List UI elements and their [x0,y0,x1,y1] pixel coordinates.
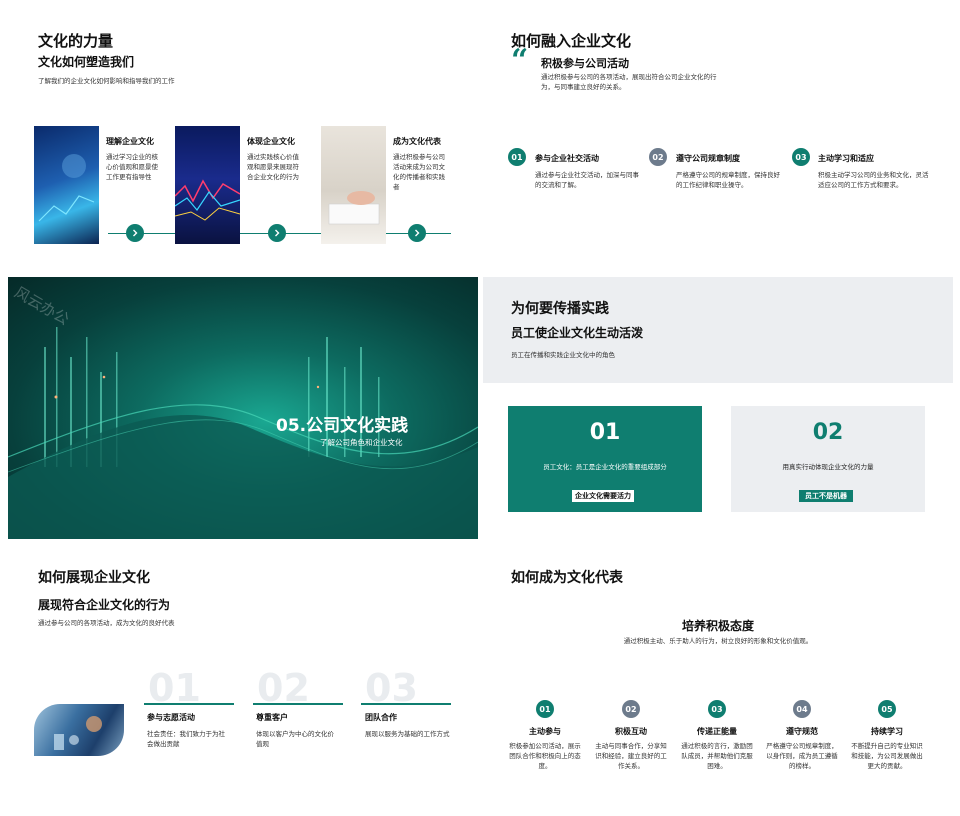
step-number-badge: 01 [508,148,526,166]
step-title: 主动学习和适应 [818,154,874,163]
quote-text: 通过积极参与公司的各项活动，展现出符合公司企业文化的行为，与同事建立良好的关系。 [541,73,717,91]
step-number-badge: 01 [536,700,554,718]
quote-mark-icon: “ [511,43,529,78]
step-text: 积极主动学习公司的业务和文化，灵活适应公司的工作方式和要求。 [818,171,929,189]
step-number-badge: 02 [622,700,640,718]
step-number-badge: 03 [792,148,810,166]
item-text: 展现以服务为基础的工作方式 [365,730,450,738]
image-colorful-chart [175,126,240,244]
item-divider [361,703,451,705]
slide-culture-representative[interactable]: 如何成为文化代表 培养积极态度 通过积极主动、乐于助人的行为，树立良好的形象和文… [483,546,953,808]
step-text: 通过参与企业社交活动，加深与同事的交流和了解。 [535,171,639,189]
item-text: 通过积极参与公司活动来成为公司文化的传播者和实践者 [393,153,445,191]
slide-subtitle: 员工使企业文化生动活泼 [511,326,644,340]
step-text: 严格遵守公司规章制度，以身作则，成为员工遵循的榜样。 [766,742,838,770]
chevron-right-icon[interactable] [268,224,286,242]
slide-description: 通过积极主动、乐于助人的行为，树立良好的形象和文化价值观。 [623,637,813,645]
chevron-right-icon[interactable] [408,224,426,242]
item-text: 体现以客户为中心的文化价值观 [256,730,334,748]
slide-title: 如何融入企业文化 [511,32,632,50]
slide-culture-power[interactable]: 文化的力量 文化如何塑造我们 了解我们的企业文化如何影响和指导我们的工作 理解企… [8,8,478,270]
item-title: 参与志愿活动 [147,713,195,722]
step-title: 主动参与 [529,727,561,736]
slide-show-culture[interactable]: 如何展现企业文化 展现符合企业文化的行为 通过参与公司的各项活动，成为文化的良好… [8,546,478,808]
step-title: 遵守规范 [786,727,818,736]
item-title: 理解企业文化 [106,137,154,146]
card-tag: 员工不是机器 [799,490,853,502]
slide-title: 如何展现企业文化 [38,570,150,586]
item-text: 通过学习企业的核心价值观和愿景使工作更有指导性 [106,153,158,181]
item-title: 团队合作 [365,713,397,722]
step-number-badge: 04 [793,700,811,718]
step-text: 主动与同事合作，分享知识和经验，建立良好的工作关系。 [595,742,667,770]
slide-integrate-culture[interactable]: 如何融入企业文化 “ 积极参与公司活动 通过积极参与公司的各项活动，展现出符合公… [483,8,953,270]
image-laptop-data [34,126,99,244]
step-number-badge: 02 [649,148,667,166]
slide-title: 如何成为文化代表 [511,570,623,586]
card-number: 02 [812,420,844,445]
item-divider [144,703,234,705]
step-title: 积极互动 [615,727,647,736]
card-01: 01 员工文化：员工是企业文化的重要组成部分 企业文化需要活力 [508,406,702,512]
step-number-badge: 03 [708,700,726,718]
slide-why-spread[interactable]: 为何要传播实践 员工使企业文化生动活泼 员工在传播和实践企业文化中的角色 01 … [483,277,953,539]
item-title: 成为文化代表 [393,137,441,146]
step-number-badge: 05 [878,700,896,718]
item-divider [253,703,343,705]
card-02: 02 用真实行动体现企业文化的力量 员工不是机器 [731,406,925,512]
card-tag: 企业文化需要活力 [572,490,634,502]
slide-description: 了解我们的企业文化如何影响和指导我们的工作 [38,77,175,85]
slide-description: 通过参与公司的各项活动，成为文化的良好代表 [38,619,175,627]
step-title: 传递正能量 [697,727,737,736]
item-title: 尊重客户 [256,713,288,722]
step-title: 参与企业社交活动 [535,154,599,163]
image-hands-typing [321,126,386,244]
slide-title: 文化的力量 [38,32,114,50]
slide-subtitle: 展现符合企业文化的行为 [38,598,171,612]
slide-subtitle: 文化如何塑造我们 [38,55,135,69]
step-text: 严格遵守公司的规章制度，保持良好的工作纪律和职业操守。 [676,171,780,189]
step-title: 遵守公司规章制度 [676,154,740,163]
slide-title: 为何要传播实践 [511,301,609,317]
image-lab-volunteer [34,704,124,756]
item-text: 社会责任：我们致力于为社会做出贡献 [147,730,225,748]
slide-section-cover[interactable]: 风云办公 05.公司文化实践 了解公司角色和企业文化 [8,277,478,539]
item-title: 体现企业文化 [247,137,295,146]
card-text: 用真实行动体现企业文化的力量 [782,463,874,471]
item-text: 通过实践核心价值观和愿景来展现符合企业文化的行为 [247,153,299,181]
chevron-right-icon[interactable] [126,224,144,242]
section-title: 05.公司文化实践 [276,416,409,436]
card-text: 员工文化：员工是企业文化的重要组成部分 [543,463,667,471]
quote-title: 积极参与公司活动 [541,57,629,70]
section-subtitle: 了解公司角色和企业文化 [320,438,403,447]
slide-description: 员工在传播和实践企业文化中的角色 [511,351,615,359]
slide-subtitle: 培养积极态度 [681,619,754,633]
step-text: 不断提升自己的专业知识和技能，为公司发展做出更大的贡献。 [851,742,923,770]
step-text: 积极参加公司活动，展示团队合作和积极向上的态度。 [509,742,581,770]
data-wave-graphic [8,327,478,539]
step-text: 通过积极的言行，激励团队成员，并帮助他们克服困难。 [681,742,753,770]
card-number: 01 [589,420,621,445]
step-title: 持续学习 [871,727,903,736]
